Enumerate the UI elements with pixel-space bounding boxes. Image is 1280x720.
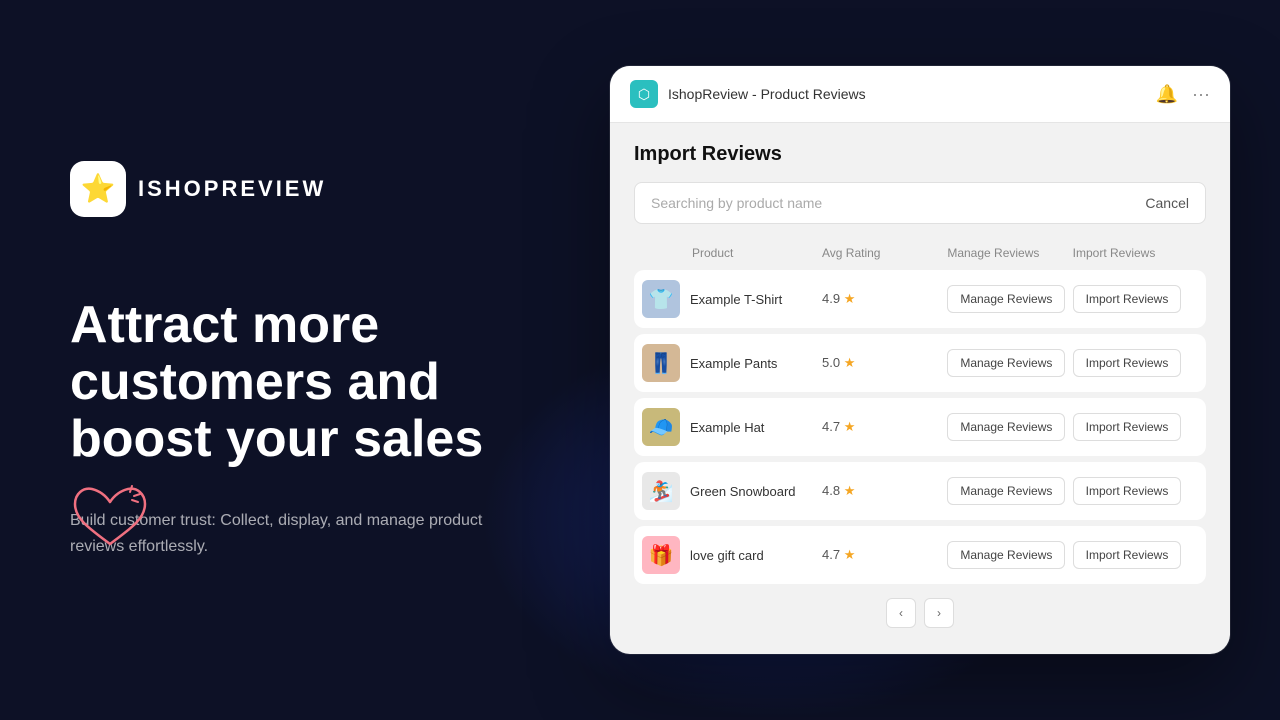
search-placeholder: Searching by product name	[651, 195, 822, 211]
col-product: Product	[642, 246, 822, 260]
table-row: 👕 Example T-Shirt 4.9 ★ Manage Reviews I…	[634, 270, 1206, 328]
star-icon: ★	[844, 419, 856, 434]
more-icon[interactable]: ···	[1192, 84, 1210, 105]
right-panel: ⬡ IshopReview - Product Reviews 🔔 ··· Im…	[560, 66, 1280, 654]
product-thumbnail: 🎁	[642, 536, 680, 574]
app-icon: ⬡	[630, 80, 658, 108]
app-window: ⬡ IshopReview - Product Reviews 🔔 ··· Im…	[610, 66, 1230, 654]
star-icon: ★	[844, 291, 856, 306]
import-reviews-button[interactable]: Import Reviews	[1073, 349, 1182, 377]
col-avg-rating: Avg Rating	[822, 246, 947, 260]
manage-reviews-cell: Manage Reviews	[947, 349, 1072, 377]
left-panel: ⭐ ISHOPREVIEW Attract more customers and…	[0, 101, 560, 620]
rating-cell: 4.7 ★	[822, 547, 947, 563]
window-titlebar: ⬡ IshopReview - Product Reviews 🔔 ···	[610, 66, 1230, 123]
table-row: 👖 Example Pants 5.0 ★ Manage Reviews Imp…	[634, 334, 1206, 392]
manage-reviews-cell: Manage Reviews	[947, 285, 1072, 313]
pagination: ‹ ›	[634, 598, 1206, 634]
bell-icon[interactable]: 🔔	[1156, 84, 1178, 105]
star-icon: ★	[844, 547, 856, 562]
import-reviews-button[interactable]: Import Reviews	[1073, 541, 1182, 569]
product-name: Example Pants	[690, 356, 777, 371]
manage-reviews-cell: Manage Reviews	[947, 477, 1072, 505]
product-cell: 🏂 Green Snowboard	[642, 472, 822, 510]
window-title: IshopReview - Product Reviews	[668, 86, 866, 102]
page-title: Import Reviews	[634, 143, 1206, 166]
logo-area: ⭐ ISHOPREVIEW	[70, 161, 490, 217]
next-page-button[interactable]: ›	[924, 598, 954, 628]
rating-cell: 4.9 ★	[822, 291, 947, 307]
window-content: Import Reviews Searching by product name…	[610, 123, 1230, 654]
manage-reviews-cell: Manage Reviews	[947, 541, 1072, 569]
rating-cell: 5.0 ★	[822, 355, 947, 371]
product-name: Example Hat	[690, 420, 764, 435]
product-thumbnail: 👕	[642, 280, 680, 318]
rating-cell: 4.8 ★	[822, 483, 947, 499]
logo-icon: ⭐	[70, 161, 126, 217]
import-reviews-button[interactable]: Import Reviews	[1073, 285, 1182, 313]
manage-reviews-button[interactable]: Manage Reviews	[947, 541, 1065, 569]
manage-reviews-button[interactable]: Manage Reviews	[947, 285, 1065, 313]
heart-illustration	[70, 484, 150, 559]
brand-name: ISHOPREVIEW	[138, 176, 326, 202]
import-reviews-cell: Import Reviews	[1073, 285, 1198, 313]
table-row: 🏂 Green Snowboard 4.8 ★ Manage Reviews I…	[634, 462, 1206, 520]
table-header: Product Avg Rating Manage Reviews Import…	[634, 240, 1206, 266]
product-thumbnail: 👖	[642, 344, 680, 382]
app-icon-symbol: ⬡	[638, 86, 650, 103]
prev-page-button[interactable]: ‹	[886, 598, 916, 628]
star-icon: ⭐	[81, 172, 116, 205]
manage-reviews-button[interactable]: Manage Reviews	[947, 349, 1065, 377]
product-name: love gift card	[690, 548, 764, 563]
product-list: 👕 Example T-Shirt 4.9 ★ Manage Reviews I…	[634, 270, 1206, 584]
rating-cell: 4.7 ★	[822, 419, 947, 435]
manage-reviews-button[interactable]: Manage Reviews	[947, 477, 1065, 505]
import-reviews-button[interactable]: Import Reviews	[1073, 477, 1182, 505]
search-bar[interactable]: Searching by product name Cancel	[634, 182, 1206, 224]
table-row: 🧢 Example Hat 4.7 ★ Manage Reviews Impor…	[634, 398, 1206, 456]
import-reviews-cell: Import Reviews	[1073, 413, 1198, 441]
import-reviews-cell: Import Reviews	[1073, 541, 1198, 569]
cancel-button[interactable]: Cancel	[1145, 195, 1189, 211]
product-name: Example T-Shirt	[690, 292, 782, 307]
import-reviews-button[interactable]: Import Reviews	[1073, 413, 1182, 441]
manage-reviews-cell: Manage Reviews	[947, 413, 1072, 441]
table-row: 🎁 love gift card 4.7 ★ Manage Reviews Im…	[634, 526, 1206, 584]
import-reviews-cell: Import Reviews	[1073, 349, 1198, 377]
product-thumbnail: 🧢	[642, 408, 680, 446]
import-reviews-cell: Import Reviews	[1073, 477, 1198, 505]
product-thumbnail: 🏂	[642, 472, 680, 510]
product-cell: 👕 Example T-Shirt	[642, 280, 822, 318]
manage-reviews-button[interactable]: Manage Reviews	[947, 413, 1065, 441]
star-icon: ★	[844, 355, 856, 370]
product-cell: 🧢 Example Hat	[642, 408, 822, 446]
titlebar-left: ⬡ IshopReview - Product Reviews	[630, 80, 866, 108]
star-icon: ★	[844, 483, 856, 498]
col-import-reviews: Import Reviews	[1073, 246, 1198, 260]
product-cell: 👖 Example Pants	[642, 344, 822, 382]
product-name: Green Snowboard	[690, 484, 796, 499]
hero-headline: Attract more customers and boost your sa…	[70, 297, 490, 469]
titlebar-actions: 🔔 ···	[1156, 84, 1210, 105]
product-cell: 🎁 love gift card	[642, 536, 822, 574]
col-manage-reviews: Manage Reviews	[947, 246, 1072, 260]
